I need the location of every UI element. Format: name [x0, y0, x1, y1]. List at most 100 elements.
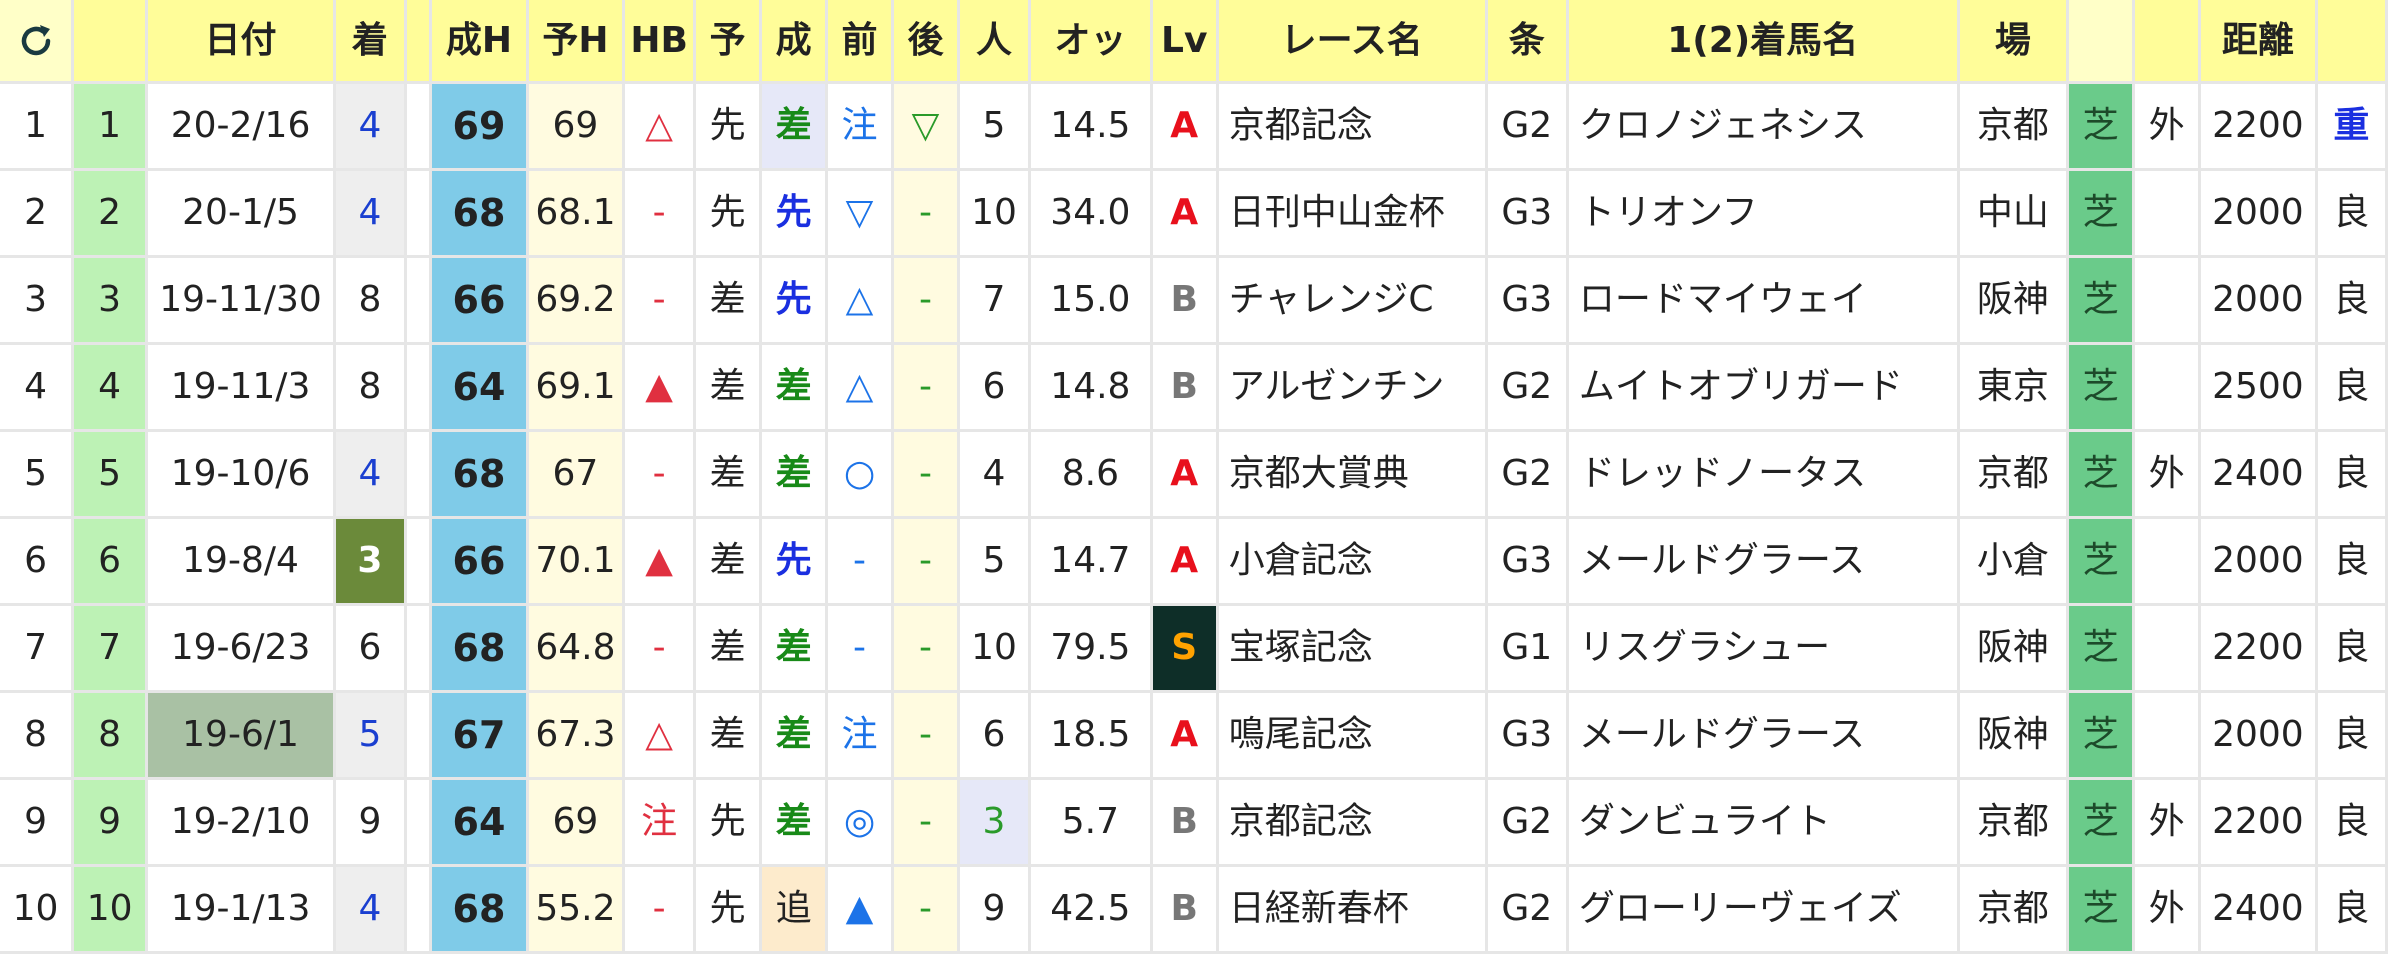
mae-mark: 注 [828, 693, 894, 780]
seih-value: 68 [432, 867, 529, 954]
track-condition: 良 [2317, 345, 2388, 432]
yoh-value: 67 [528, 432, 626, 519]
table-row[interactable]: 5 5 19-10/6 4 68 67- 差差 ○ -4 8.6 A 京都大賞典 G2 ドレッドノータス京… [0, 432, 2388, 519]
yo-style: 差 [696, 258, 763, 345]
race-name[interactable]: 京都大賞典 [1218, 432, 1488, 519]
winner-name[interactable]: クロノジェネシス [1568, 84, 1960, 171]
header-seih[interactable]: 成H [432, 0, 529, 84]
popularity: 9 [959, 867, 1031, 954]
table-row[interactable]: 6 6 19-8/4 3 66 70.1 ▲ 差先 - -5 14.7 A 小倉記念 G3 メールドグラース… [0, 519, 2388, 606]
surface-badge: 芝 [2069, 606, 2136, 693]
popularity: 5 [959, 84, 1031, 171]
table-row[interactable]: 4 4 19-11/3 8 64 69.1 ▲ 差差 △ -6 14.8 B アルゼンチン G2 ムイトオブ… [0, 345, 2388, 432]
finish-position: 4 [335, 432, 407, 519]
race-name[interactable]: 京都記念 [1218, 84, 1488, 171]
hb-mark: - [625, 867, 697, 954]
seih-value: 66 [432, 519, 529, 606]
level-badge: A [1152, 519, 1219, 606]
winner-name[interactable]: ダンビュライト [1568, 780, 1960, 867]
popularity: 3 [959, 780, 1031, 867]
race-name[interactable]: 京都記念 [1218, 780, 1488, 867]
header-course [2135, 0, 2202, 84]
race-name[interactable]: 鳴尾記念 [1218, 693, 1488, 780]
refresh-button[interactable] [0, 0, 75, 84]
track-condition: 良 [2317, 432, 2388, 519]
odds: 79.5 [1030, 606, 1153, 693]
winner-name[interactable]: ドレッドノータス [1568, 432, 1960, 519]
winner-name[interactable]: メールドグラース [1568, 519, 1960, 606]
winner-name[interactable]: ロードマイウェイ [1568, 258, 1960, 345]
winner-name[interactable]: リスグラシュー [1568, 606, 1960, 693]
surface-badge: 芝 [2069, 519, 2136, 606]
header-distance[interactable]: 距離 [2201, 0, 2318, 84]
row-index: 3 [74, 258, 149, 345]
race-name[interactable]: 日刊中山金杯 [1218, 171, 1488, 258]
race-name[interactable]: チャレンジC [1218, 258, 1488, 345]
winner-name[interactable]: グローリーヴェイズ [1568, 867, 1960, 954]
level-badge: A [1152, 693, 1219, 780]
hb-mark: ▲ [625, 345, 697, 432]
table-row[interactable]: 1 1 20-2/16 4 69 69 △ 先差注 ▽ 5 14.5 A 京都記念 G2 クロノジェネシス京… [0, 84, 2388, 171]
yoh-value: 67.3 [528, 693, 626, 780]
header-mae[interactable]: 前 [828, 0, 894, 84]
race-date: 19-6/23 [148, 606, 336, 693]
header-venue[interactable]: 場 [1959, 0, 2070, 84]
finish-position: 3 [335, 519, 407, 606]
level-badge: A [1152, 432, 1219, 519]
header-winner[interactable]: 1(2)着馬名 [1568, 0, 1960, 84]
mae-mark: △ [828, 345, 894, 432]
row-number: 10 [0, 867, 75, 954]
venue: 京都 [1959, 84, 2070, 171]
header-ato[interactable]: 後 [894, 0, 960, 84]
course [2135, 171, 2202, 258]
seih-value: 64 [432, 345, 529, 432]
distance: 2200 [2201, 780, 2318, 867]
row-number: 8 [0, 693, 75, 780]
distance: 2400 [2201, 867, 2318, 954]
surface-badge: 芝 [2069, 693, 2136, 780]
header-finish[interactable]: 着 [335, 0, 407, 84]
row-spacer [406, 867, 433, 954]
header-yoh[interactable]: 予H [528, 0, 626, 84]
header-sei[interactable]: 成 [762, 0, 829, 84]
header-yo[interactable]: 予 [696, 0, 763, 84]
surface-badge: 芝 [2069, 867, 2136, 954]
header-level[interactable]: Lv [1152, 0, 1219, 84]
winner-name[interactable]: ムイトオブリガード [1568, 345, 1960, 432]
track-condition: 良 [2317, 780, 2388, 867]
table-row[interactable]: 10 10 19-1/13 4 68 55.2- 先追 ▲ -9 42.5 B 日経新春杯 G2 グローリ… [0, 867, 2388, 954]
winner-name[interactable]: メールドグラース [1568, 693, 1960, 780]
venue: 中山 [1959, 171, 2070, 258]
table-row[interactable]: 2 2 20-1/5 4 68 68.1- 先先 ▽ -10 34.0 A 日刊中山金杯 G3 トリオンフ… [0, 171, 2388, 258]
popularity: 10 [959, 606, 1031, 693]
mae-mark: ▽ [828, 171, 894, 258]
hb-mark: - [625, 171, 697, 258]
course: 外 [2135, 867, 2202, 954]
header-race-name[interactable]: レース名 [1218, 0, 1488, 84]
track-condition: 良 [2317, 867, 2388, 954]
race-name[interactable]: 小倉記念 [1218, 519, 1488, 606]
header-date[interactable]: 日付 [148, 0, 336, 84]
level-badge: B [1152, 258, 1219, 345]
finish-position: 4 [335, 171, 407, 258]
race-name[interactable]: 宝塚記念 [1218, 606, 1488, 693]
race-name[interactable]: 日経新春杯 [1218, 867, 1488, 954]
header-odds[interactable]: オッ [1030, 0, 1153, 84]
table-row[interactable]: 3 3 19-11/30 8 66 69.2- 差先 △ -7 15.0 B チャレンジC G3 ロードマ… [0, 258, 2388, 345]
seih-value: 69 [432, 84, 529, 171]
header-hb[interactable]: HB [625, 0, 697, 84]
level-badge: S [1152, 606, 1219, 693]
table-row[interactable]: 8 8 19-6/1 5 67 67.3 △ 差差注 -6 18.5 A 鳴尾記念 G3 メールドグラース… [0, 693, 2388, 780]
level-badge: B [1152, 345, 1219, 432]
popularity: 5 [959, 519, 1031, 606]
row-index: 1 [74, 84, 149, 171]
track-condition: 重 [2317, 84, 2388, 171]
header-popularity[interactable]: 人 [959, 0, 1031, 84]
table-row[interactable]: 7 7 19-6/23 6 68 64.8- 差差 - -10 79.5 S 宝塚記念 G1 リスグラシュ… [0, 606, 2388, 693]
finish-position: 9 [335, 780, 407, 867]
winner-name[interactable]: トリオンフ [1568, 171, 1960, 258]
table-row[interactable]: 9 9 19-2/10 9 64 69 注先差 ◎ -3 5.7 B 京都記念 G2 ダンビュライト 京都芝… [0, 780, 2388, 867]
race-name[interactable]: アルゼンチン [1218, 345, 1488, 432]
header-condition[interactable]: 条 [1487, 0, 1569, 84]
ato-mark: - [894, 345, 960, 432]
